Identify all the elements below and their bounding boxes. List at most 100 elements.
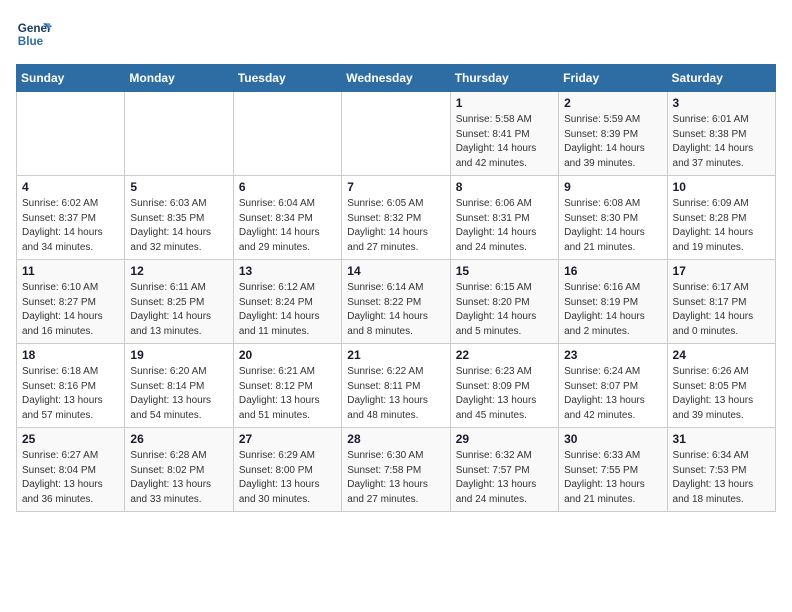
weekday-header-saturday: Saturday <box>667 65 775 92</box>
calendar-cell: 25 Sunrise: 6:27 AM Sunset: 8:04 PM Dayli… <box>17 428 125 512</box>
day-info: Sunrise: 5:58 AM Sunset: 8:41 PM Dayligh… <box>456 113 553 171</box>
calendar-cell: 24 Sunrise: 6:26 AM Sunset: 8:05 PM Dayli… <box>667 344 775 428</box>
calendar-cell: 8 Sunrise: 6:06 AM Sunset: 8:31 PM Daylig… <box>450 176 558 260</box>
day-number: 2 <box>564 96 661 110</box>
day-info: Sunrise: 6:24 AM Sunset: 8:07 PM Dayligh… <box>564 365 661 423</box>
calendar-cell: 12 Sunrise: 6:11 AM Sunset: 8:25 PM Dayli… <box>125 260 233 344</box>
day-info: Sunrise: 6:01 AM Sunset: 8:38 PM Dayligh… <box>673 113 770 171</box>
weekday-header-monday: Monday <box>125 65 233 92</box>
day-number: 28 <box>347 432 444 446</box>
day-number: 27 <box>239 432 336 446</box>
calendar-cell <box>17 92 125 176</box>
day-info: Sunrise: 6:21 AM Sunset: 8:12 PM Dayligh… <box>239 365 336 423</box>
page-header: General Blue <box>16 16 776 52</box>
day-number: 7 <box>347 180 444 194</box>
calendar-cell <box>125 92 233 176</box>
day-info: Sunrise: 6:09 AM Sunset: 8:28 PM Dayligh… <box>673 197 770 255</box>
calendar-cell: 26Sunrise: 6:28 AM Sunset: 8:02 PM Dayli… <box>125 428 233 512</box>
day-info: Sunrise: 6:11 AM Sunset: 8:25 PM Dayligh… <box>130 281 227 339</box>
day-number: 8 <box>456 180 553 194</box>
logo: General Blue <box>16 16 52 52</box>
calendar-week-3: 11 Sunrise: 6:10 AM Sunset: 8:27 PM Dayli… <box>17 260 776 344</box>
day-info: Sunrise: 6:34 AM Sunset: 7:53 PM Dayligh… <box>673 449 770 507</box>
calendar-cell: 29Sunrise: 6:32 AM Sunset: 7:57 PM Dayli… <box>450 428 558 512</box>
day-info: Sunrise: 6:26 AM Sunset: 8:05 PM Dayligh… <box>673 365 770 423</box>
day-number: 5 <box>130 180 227 194</box>
day-info: Sunrise: 6:14 AM Sunset: 8:22 PM Dayligh… <box>347 281 444 339</box>
day-number: 20 <box>239 348 336 362</box>
calendar-cell: 18 Sunrise: 6:18 AM Sunset: 8:16 PM Dayli… <box>17 344 125 428</box>
calendar-cell: 3Sunrise: 6:01 AM Sunset: 8:38 PM Daylig… <box>667 92 775 176</box>
day-info: Sunrise: 6:30 AM Sunset: 7:58 PM Dayligh… <box>347 449 444 507</box>
calendar-table: SundayMondayTuesdayWednesdayThursdayFrid… <box>16 64 776 512</box>
day-number: 1 <box>456 96 553 110</box>
day-number: 18 <box>22 348 119 362</box>
day-info: Sunrise: 6:04 AM Sunset: 8:34 PM Dayligh… <box>239 197 336 255</box>
day-number: 21 <box>347 348 444 362</box>
calendar-week-5: 25 Sunrise: 6:27 AM Sunset: 8:04 PM Dayli… <box>17 428 776 512</box>
calendar-week-1: 1 Sunrise: 5:58 AM Sunset: 8:41 PM Daylig… <box>17 92 776 176</box>
day-number: 25 <box>22 432 119 446</box>
svg-text:Blue: Blue <box>18 35 44 48</box>
calendar-cell: 14 Sunrise: 6:14 AM Sunset: 8:22 PM Dayli… <box>342 260 450 344</box>
day-number: 23 <box>564 348 661 362</box>
day-info: Sunrise: 6:32 AM Sunset: 7:57 PM Dayligh… <box>456 449 553 507</box>
day-info: Sunrise: 6:10 AM Sunset: 8:27 PM Dayligh… <box>22 281 119 339</box>
calendar-cell: 22 Sunrise: 6:23 AM Sunset: 8:09 PM Dayli… <box>450 344 558 428</box>
day-info: Sunrise: 6:23 AM Sunset: 8:09 PM Dayligh… <box>456 365 553 423</box>
calendar-cell: 27 Sunrise: 6:29 AM Sunset: 8:00 PM Dayli… <box>233 428 341 512</box>
calendar-cell: 11 Sunrise: 6:10 AM Sunset: 8:27 PM Dayli… <box>17 260 125 344</box>
day-number: 12 <box>130 264 227 278</box>
weekday-header-friday: Friday <box>559 65 667 92</box>
day-info: Sunrise: 6:22 AM Sunset: 8:11 PM Dayligh… <box>347 365 444 423</box>
calendar-cell: 5Sunrise: 6:03 AM Sunset: 8:35 PM Daylig… <box>125 176 233 260</box>
calendar-cell <box>233 92 341 176</box>
weekday-header-sunday: Sunday <box>17 65 125 92</box>
day-info: Sunrise: 6:27 AM Sunset: 8:04 PM Dayligh… <box>22 449 119 507</box>
day-number: 26 <box>130 432 227 446</box>
day-number: 17 <box>673 264 770 278</box>
day-info: Sunrise: 6:17 AM Sunset: 8:17 PM Dayligh… <box>673 281 770 339</box>
day-number: 24 <box>673 348 770 362</box>
calendar-cell: 19 Sunrise: 6:20 AM Sunset: 8:14 PM Dayli… <box>125 344 233 428</box>
calendar-cell: 13 Sunrise: 6:12 AM Sunset: 8:24 PM Dayli… <box>233 260 341 344</box>
day-info: Sunrise: 6:29 AM Sunset: 8:00 PM Dayligh… <box>239 449 336 507</box>
calendar-cell: 23 Sunrise: 6:24 AM Sunset: 8:07 PM Dayli… <box>559 344 667 428</box>
calendar-week-2: 4Sunrise: 6:02 AM Sunset: 8:37 PM Daylig… <box>17 176 776 260</box>
day-number: 13 <box>239 264 336 278</box>
day-info: Sunrise: 6:08 AM Sunset: 8:30 PM Dayligh… <box>564 197 661 255</box>
day-info: Sunrise: 6:20 AM Sunset: 8:14 PM Dayligh… <box>130 365 227 423</box>
day-number: 16 <box>564 264 661 278</box>
calendar-cell: 9Sunrise: 6:08 AM Sunset: 8:30 PM Daylig… <box>559 176 667 260</box>
day-number: 30 <box>564 432 661 446</box>
day-number: 14 <box>347 264 444 278</box>
day-info: Sunrise: 6:15 AM Sunset: 8:20 PM Dayligh… <box>456 281 553 339</box>
day-number: 11 <box>22 264 119 278</box>
day-info: Sunrise: 6:05 AM Sunset: 8:32 PM Dayligh… <box>347 197 444 255</box>
weekday-header-thursday: Thursday <box>450 65 558 92</box>
day-info: Sunrise: 6:12 AM Sunset: 8:24 PM Dayligh… <box>239 281 336 339</box>
day-number: 4 <box>22 180 119 194</box>
calendar-week-4: 18 Sunrise: 6:18 AM Sunset: 8:16 PM Dayli… <box>17 344 776 428</box>
calendar-cell: 4Sunrise: 6:02 AM Sunset: 8:37 PM Daylig… <box>17 176 125 260</box>
calendar-cell: 16 Sunrise: 6:16 AM Sunset: 8:19 PM Dayli… <box>559 260 667 344</box>
calendar-cell: 21 Sunrise: 6:22 AM Sunset: 8:11 PM Dayli… <box>342 344 450 428</box>
weekday-header-tuesday: Tuesday <box>233 65 341 92</box>
day-number: 19 <box>130 348 227 362</box>
day-info: Sunrise: 5:59 AM Sunset: 8:39 PM Dayligh… <box>564 113 661 171</box>
day-info: Sunrise: 6:06 AM Sunset: 8:31 PM Dayligh… <box>456 197 553 255</box>
day-number: 31 <box>673 432 770 446</box>
weekday-header-wednesday: Wednesday <box>342 65 450 92</box>
calendar-cell: 17 Sunrise: 6:17 AM Sunset: 8:17 PM Dayli… <box>667 260 775 344</box>
header-row: SundayMondayTuesdayWednesdayThursdayFrid… <box>17 65 776 92</box>
day-info: Sunrise: 6:16 AM Sunset: 8:19 PM Dayligh… <box>564 281 661 339</box>
day-info: Sunrise: 6:18 AM Sunset: 8:16 PM Dayligh… <box>22 365 119 423</box>
day-info: Sunrise: 6:33 AM Sunset: 7:55 PM Dayligh… <box>564 449 661 507</box>
calendar-cell: 20 Sunrise: 6:21 AM Sunset: 8:12 PM Dayli… <box>233 344 341 428</box>
calendar-cell: 30 Sunrise: 6:33 AM Sunset: 7:55 PM Dayli… <box>559 428 667 512</box>
day-number: 6 <box>239 180 336 194</box>
day-number: 22 <box>456 348 553 362</box>
logo-icon: General Blue <box>16 16 52 52</box>
calendar-cell: 28 Sunrise: 6:30 AM Sunset: 7:58 PM Dayli… <box>342 428 450 512</box>
calendar-cell: 6 Sunrise: 6:04 AM Sunset: 8:34 PM Daylig… <box>233 176 341 260</box>
